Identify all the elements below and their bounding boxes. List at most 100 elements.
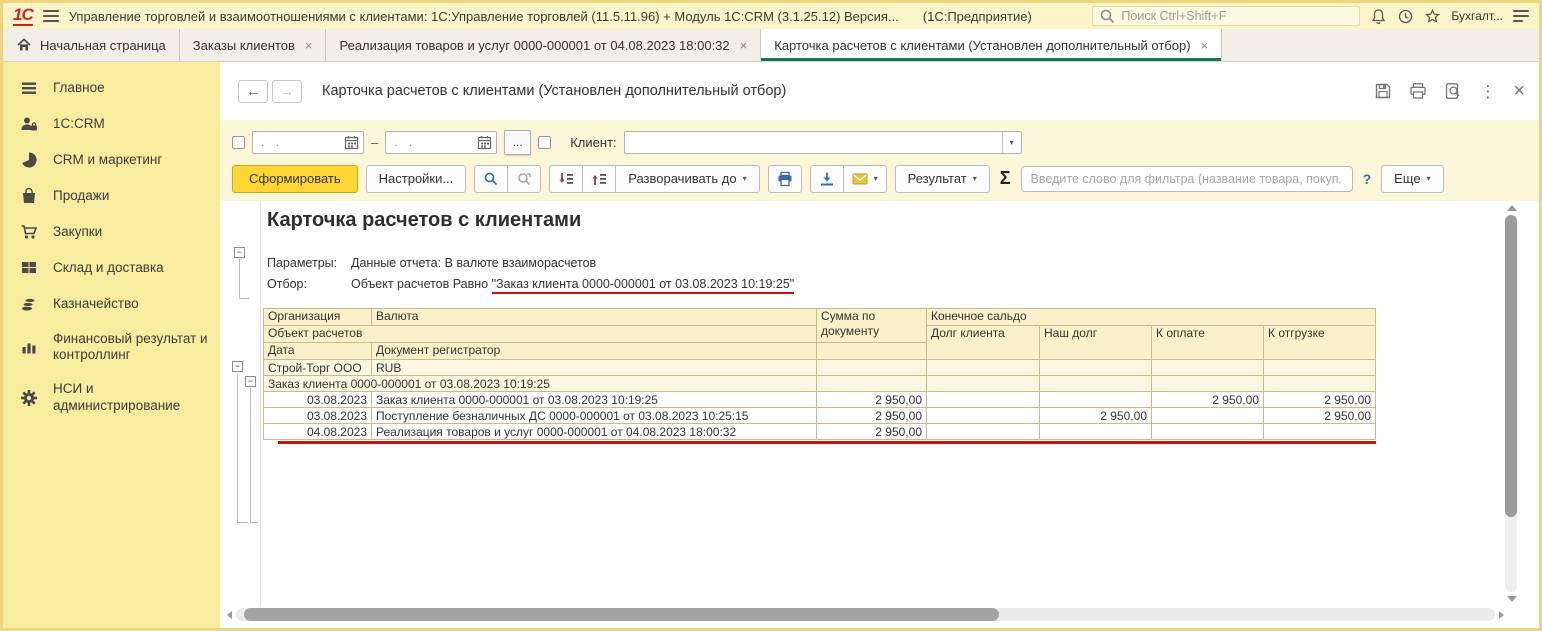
sidebar-item-administration[interactable]: НСИ и администрирование bbox=[3, 372, 220, 422]
expand-rows-icon bbox=[592, 173, 607, 185]
table-row-group[interactable]: Заказ клиента 0000-000001 от 03.08.2023 … bbox=[263, 375, 1376, 392]
service-menu-icon[interactable] bbox=[1513, 10, 1529, 22]
tab-label: Заказы клиентов bbox=[192, 37, 295, 53]
result-button[interactable]: Результат ▾ bbox=[894, 164, 990, 193]
date-to-input[interactable] bbox=[394, 135, 478, 149]
client-checkbox[interactable] bbox=[538, 135, 552, 149]
tab-settlement-card[interactable]: Карточка расчетов с клиентами (Установле… bbox=[761, 29, 1223, 61]
chevron-down-icon: ▾ bbox=[1426, 174, 1431, 183]
red-highlight-underline bbox=[278, 441, 1376, 444]
global-search-input[interactable] bbox=[1121, 9, 1354, 23]
calendar-icon[interactable] bbox=[477, 135, 492, 150]
calendar-icon[interactable] bbox=[344, 135, 359, 150]
table-row[interactable]: 03.08.2023 Поступление безналичных ДС 00… bbox=[263, 407, 1376, 424]
search-icon bbox=[484, 172, 498, 185]
pie-chart-icon bbox=[22, 152, 37, 168]
period-checkbox[interactable] bbox=[232, 135, 245, 149]
date-from-input[interactable] bbox=[261, 135, 344, 149]
tab-label: Начальная страница bbox=[40, 37, 166, 53]
quick-filter-input[interactable] bbox=[1020, 165, 1353, 192]
grid-icon bbox=[22, 262, 36, 273]
scroll-up-icon[interactable] bbox=[1507, 205, 1517, 211]
save-result-button[interactable] bbox=[809, 164, 844, 193]
table-row-highlighted[interactable]: 04.08.2023 Реализация товаров и услуг 00… bbox=[263, 423, 1376, 440]
find-button[interactable] bbox=[474, 164, 509, 193]
save-icon[interactable] bbox=[1374, 82, 1392, 100]
sidebar-item-warehouse[interactable]: Склад и доставка bbox=[3, 250, 220, 286]
app-window: 1С Управление торговлей и взаимоотношени… bbox=[0, 0, 1542, 631]
more-menu-kebab-icon[interactable]: ⋮ bbox=[1479, 83, 1496, 100]
header-to-ship: К отгрузке bbox=[1263, 325, 1376, 360]
table-row[interactable]: 03.08.2023 Заказ клиента 0000-000001 от … bbox=[263, 391, 1376, 408]
global-search[interactable] bbox=[1092, 6, 1361, 26]
date-from-field[interactable] bbox=[252, 130, 364, 154]
tab-close-icon[interactable]: × bbox=[1201, 38, 1209, 53]
scroll-right-icon[interactable] bbox=[1499, 611, 1504, 619]
sum-sigma-icon[interactable]: Σ bbox=[1000, 168, 1011, 189]
settings-button[interactable]: Настройки... bbox=[365, 164, 467, 193]
sidebar-item-main[interactable]: Главное bbox=[3, 70, 220, 106]
search-icon bbox=[1101, 9, 1115, 23]
vertical-scroll-thumb[interactable] bbox=[1505, 215, 1517, 517]
back-button[interactable]: ← bbox=[238, 79, 268, 103]
gear-icon bbox=[21, 389, 37, 406]
envelope-icon bbox=[852, 173, 868, 184]
header-debt-client: Долг клиента bbox=[926, 325, 1040, 360]
collapse-groups-button[interactable] bbox=[549, 164, 584, 193]
tab-goods-sales[interactable]: Реализация товаров и услуг 0000-000001 о… bbox=[326, 29, 762, 61]
more-button[interactable]: Еще ▾ bbox=[1381, 164, 1444, 193]
client-input[interactable] bbox=[624, 131, 1002, 153]
chevron-down-icon[interactable]: ▾ bbox=[1001, 131, 1021, 153]
sidebar-item-purchases[interactable]: Закупки bbox=[3, 214, 220, 250]
tab-close-icon[interactable]: × bbox=[305, 38, 313, 53]
collapse-icon[interactable]: − bbox=[234, 247, 245, 258]
table-row-organization[interactable]: Строй-Торг ООО RUB bbox=[263, 359, 1376, 376]
find-next-button[interactable] bbox=[508, 164, 542, 193]
tab-close-icon[interactable]: × bbox=[740, 38, 748, 53]
window-title: Карточка расчетов с клиентами (Установле… bbox=[322, 83, 787, 99]
header-our-debt: Наш долг bbox=[1039, 325, 1152, 360]
print-icon[interactable] bbox=[1409, 82, 1427, 100]
collapse-icon[interactable]: − bbox=[232, 361, 243, 372]
sidebar-item-treasury[interactable]: Казначейство bbox=[3, 286, 220, 322]
tab-home[interactable]: Начальная страница bbox=[3, 29, 180, 61]
vertical-scrollbar[interactable] bbox=[1504, 205, 1519, 602]
sidebar-item-1c-crm[interactable]: 1С:CRM bbox=[3, 106, 220, 142]
forward-button[interactable]: → bbox=[272, 79, 302, 103]
scroll-down-icon[interactable] bbox=[1507, 596, 1517, 602]
filter-object-value: "Заказ клиента 0000-000001 от 03.08.2023… bbox=[491, 277, 795, 295]
print-preview-icon[interactable] bbox=[1444, 82, 1462, 100]
params-value: Данные отчета: В валюте взаиморасчетов bbox=[351, 256, 597, 270]
period-dash: – bbox=[371, 134, 379, 150]
header-to-pay: К оплате bbox=[1151, 325, 1264, 360]
generate-button[interactable]: Сформировать bbox=[232, 164, 358, 193]
client-combobox[interactable]: ▾ bbox=[623, 130, 1022, 154]
tabbar: Начальная страница Заказы клиентов × Реа… bbox=[3, 29, 1539, 62]
tab-label: Карточка расчетов с клиентами (Установле… bbox=[774, 37, 1191, 53]
expand-to-button[interactable]: Разворачивать до ▾ bbox=[616, 164, 760, 193]
header-object: Объект расчетов bbox=[263, 325, 817, 343]
history-clock-icon[interactable] bbox=[1397, 8, 1414, 25]
sidebar-item-crm-marketing[interactable]: CRM и маркетинг bbox=[3, 142, 220, 178]
main-menu-icon[interactable] bbox=[42, 10, 59, 22]
chevron-down-icon: ▾ bbox=[742, 174, 747, 183]
help-icon[interactable]: ? bbox=[1363, 171, 1372, 187]
sidebar-item-financial-result[interactable]: Финансовый результат и контроллинг bbox=[3, 322, 220, 372]
collapse-icon[interactable]: − bbox=[245, 376, 256, 387]
scroll-left-icon[interactable] bbox=[227, 611, 232, 619]
date-to-field[interactable] bbox=[385, 130, 498, 154]
table-header-row: Организация Валюта Сумма по документу Ко… bbox=[263, 308, 1376, 343]
close-window-icon[interactable]: × bbox=[1513, 81, 1525, 101]
download-icon bbox=[820, 172, 833, 185]
send-mail-button[interactable]: ▾ bbox=[843, 164, 887, 193]
print-button[interactable] bbox=[767, 164, 802, 193]
favorites-star-icon[interactable] bbox=[1424, 8, 1441, 25]
period-variants-button[interactable]: ... bbox=[504, 129, 532, 155]
horizontal-scrollbar[interactable] bbox=[227, 608, 1504, 621]
sidebar-item-sales[interactable]: Продажи bbox=[3, 178, 220, 214]
notifications-bell-icon[interactable] bbox=[1370, 8, 1387, 25]
expand-groups-button[interactable] bbox=[583, 164, 617, 193]
tab-customer-orders[interactable]: Заказы клиентов × bbox=[180, 29, 327, 61]
current-user[interactable]: Бухгалт... bbox=[1451, 9, 1503, 23]
horizontal-scroll-thumb[interactable] bbox=[244, 608, 1000, 621]
